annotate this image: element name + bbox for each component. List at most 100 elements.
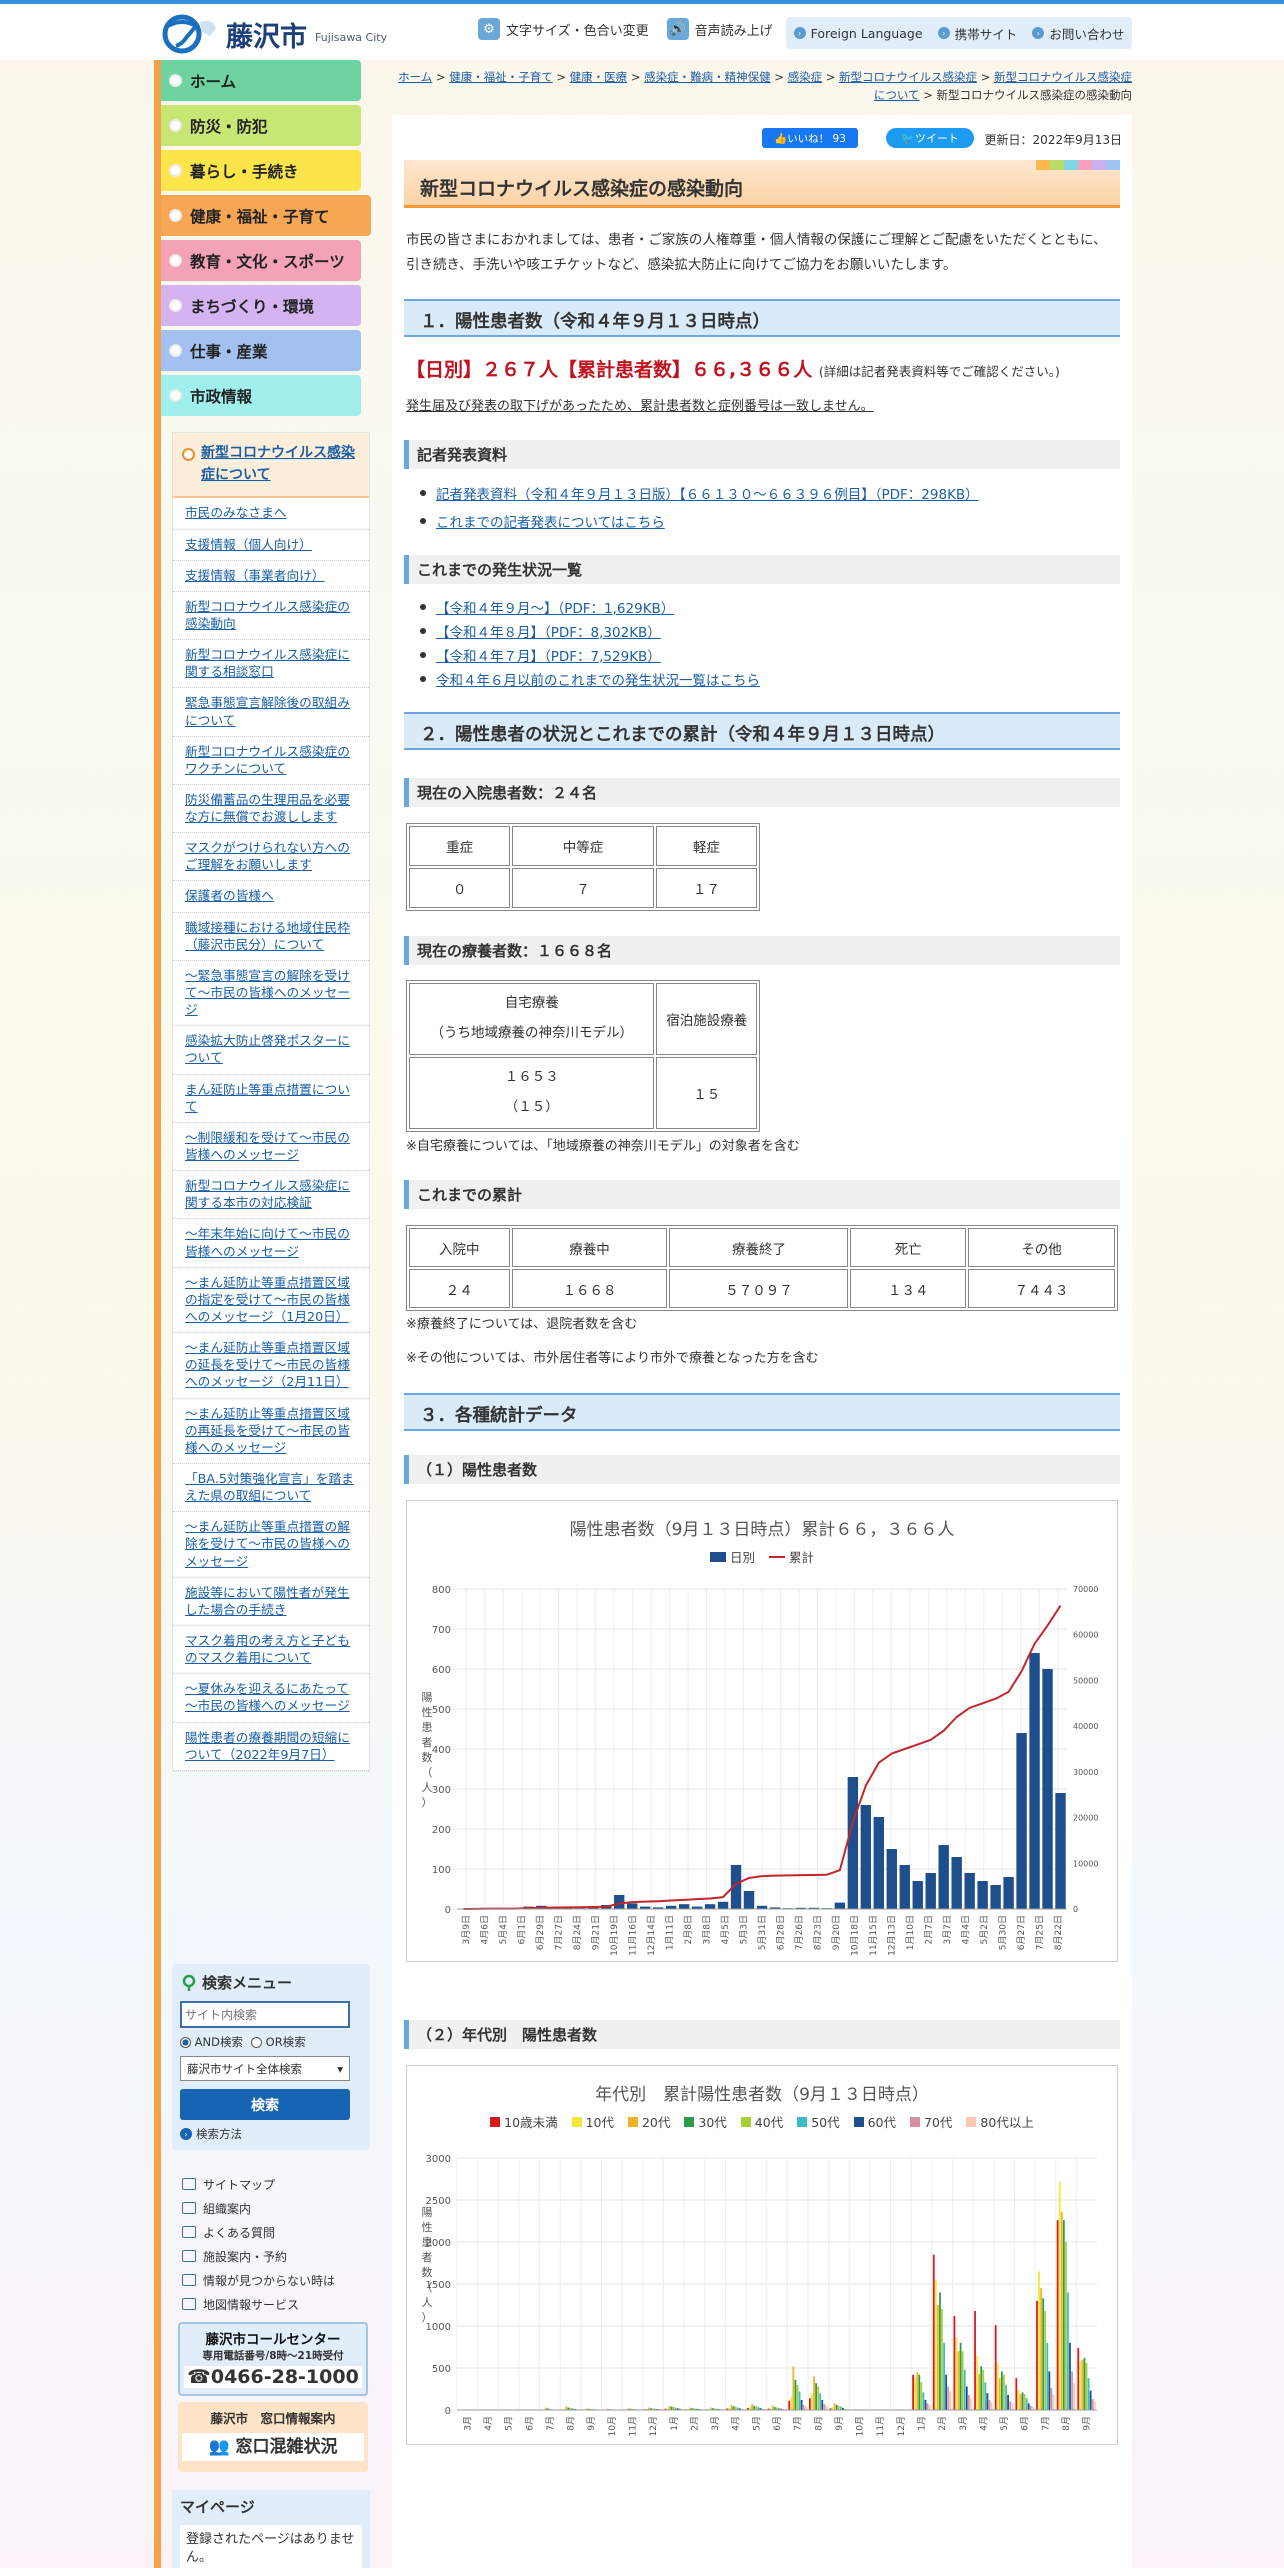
tweet-button[interactable]: 🐦 ツイート — [886, 128, 974, 148]
gnav-label: 健康・福祉・子育て — [190, 207, 330, 226]
y-axis-label-char: （ — [422, 2281, 433, 2294]
side-menu-item[interactable]: マスク着用の考え方と子どものマスク着用について — [173, 1626, 369, 1675]
breadcrumb: ホーム > 健康・福祉・子育て > 健康・医療 > 感染症・難病・精神保健 > … — [394, 68, 1132, 105]
breadcrumb-link[interactable]: 感染症 — [788, 70, 823, 84]
side-menu-item[interactable]: 保護者の皆様へ — [173, 881, 369, 913]
info-icon — [182, 2274, 196, 2286]
side-link[interactable]: 情報が見つからない時は — [182, 2268, 372, 2292]
age-bar — [804, 2406, 807, 2410]
history-link-aug[interactable]: 【令和４年８月】（PDF：8,302KB） — [420, 621, 661, 641]
side-menu-item[interactable]: ～夏休みを迎えるにあたって～市民の皆様へのメッセージ — [173, 1674, 369, 1723]
foreign-language-link[interactable]: › Foreign Language — [793, 26, 923, 41]
side-menu-item[interactable]: 陽性患者の療養期間の短縮について（2022年9月7日） — [173, 1723, 369, 1771]
breadcrumb-link[interactable]: 健康・福祉・子育て — [449, 70, 553, 84]
age-bar — [1091, 2399, 1094, 2410]
search-button[interactable]: 検索 — [180, 2089, 350, 2120]
side-menu-item-label: 支援情報（事業者向け） — [185, 567, 325, 583]
side-menu-item[interactable]: 新型コロナウイルス感染症の感染動向 — [173, 592, 369, 641]
side-menu-item[interactable]: 施設等において陽性者が発生した場合の手続き — [173, 1578, 369, 1626]
x-tick-label: 5月 — [751, 2416, 762, 2431]
gnav-item[interactable]: 暮らし・手続き — [161, 150, 361, 191]
window-crowd-button[interactable]: 👥 窓口混雑状況 — [182, 2433, 364, 2461]
site-logo[interactable]: 藤沢市 Fujisawa City — [162, 12, 387, 56]
breadcrumb-link[interactable]: 新型コロナウイルス感染症 — [839, 70, 977, 84]
side-menu-item[interactable]: 支援情報（個人向け） — [173, 530, 369, 561]
search-scope-select[interactable]: 藤沢市サイト全体検索 ▾ — [180, 2056, 350, 2081]
side-menu-title[interactable]: 新型コロナウイルス感染症について — [173, 433, 369, 499]
gnav-item[interactable]: まちづくり・環境 — [161, 285, 361, 326]
positive-count-headline: 【日別】２６７人【累計患者数】６６,３６６人 (詳細は記者発表資料等でご確認くだ… — [406, 359, 1060, 381]
y-axis-label-char: 患 — [422, 2236, 433, 2249]
side-menu-item[interactable]: 支援情報（事業者向け） — [173, 561, 369, 592]
age-bar — [932, 2254, 935, 2410]
history-link-before-jun[interactable]: 令和４年６月以前のこれまでの発生状況一覧はこちら — [420, 669, 760, 689]
hospital-table: 重症 中等症 軽症 ０ ７ １７ — [406, 823, 760, 911]
daily-bar — [627, 1903, 638, 1909]
side-link[interactable]: よくある質問 — [182, 2220, 372, 2244]
press-link-latest[interactable]: 記者発表資料（令和４年９月１３日版）【６６１３０～６６３９６例目】（PDF：29… — [420, 483, 979, 503]
breadcrumb-separator: > — [552, 70, 570, 84]
table-header-cell: 重症 — [409, 826, 511, 866]
search-help-link[interactable]: › 検索方法 — [180, 2126, 362, 2142]
side-menu-item[interactable]: 新型コロナウイルス感染症に関する相談窓口 — [173, 640, 369, 689]
side-menu-item[interactable]: まん延防止等重点措置について — [173, 1075, 369, 1123]
search-input[interactable] — [180, 2001, 350, 2028]
history-link-sep[interactable]: 【令和４年９月～】（PDF：1,629KB） — [419, 597, 674, 617]
facebook-like-button[interactable]: 👍 いいね！ 93 — [762, 128, 858, 148]
age-bar — [978, 2373, 981, 2410]
side-menu-item[interactable]: 防災備蓄品の生理用品を必要な方に無償でお渡しします — [173, 785, 369, 834]
my-page-box: マイページ 登録されたページはありません。 — [172, 2490, 370, 2568]
side-menu-item[interactable]: 職域接種における地域住民枠（藤沢市民分）について — [173, 913, 369, 961]
gnav-item[interactable]: 健康・福祉・子育て — [161, 195, 371, 236]
side-menu-item[interactable]: ～まん延防止等重点措置の解除を受けて～市民の皆様へのメッセージ — [173, 1512, 369, 1578]
or-search-radio[interactable]: OR検索 — [250, 2034, 306, 2050]
side-menu-item[interactable]: ～年末年始に向けて～市民の皆様へのメッセージ — [173, 1219, 369, 1268]
gnav-item[interactable]: 教育・文化・スポーツ — [161, 240, 361, 281]
side-menu-item[interactable]: ～制限緩和を受けて～市民の皆様へのメッセージ — [173, 1123, 369, 1172]
side-menu-item[interactable]: 「BA.5対策強化宣言」を踏まえた県の取組について — [173, 1464, 369, 1513]
y2-tick-label: 60000 — [1073, 1631, 1098, 1640]
voice-reader-link[interactable]: 🔊 音声読み上げ — [666, 18, 773, 40]
side-link[interactable]: 組織案内 — [182, 2196, 372, 2220]
x-tick-label: 1月 — [917, 2416, 928, 2431]
age-bar — [967, 2394, 970, 2410]
side-menu-item[interactable]: ～緊急事態宣言の解除を受けて～市民の皆様へのメッセージ — [173, 961, 369, 1027]
x-tick-label: 8月22日 — [1053, 1915, 1064, 1950]
age-bar — [955, 2336, 958, 2410]
cumulative-table: 入院中 療養中 療養終了 死亡 その他 ２４ １６６８ ５７０９７ １３４ ７４… — [406, 1225, 1118, 1311]
call-center-tel[interactable]: ☎0466-28-1000 — [184, 2366, 362, 2388]
side-menu-item[interactable]: ～まん延防止等重点措置区域の延長を受けて～市民の皆様へのメッセージ（2月11日） — [173, 1333, 369, 1399]
gnav-item[interactable]: 防災・防犯 — [161, 105, 361, 146]
side-menu-item[interactable]: 感染拡大防止啓発ポスターについて — [173, 1026, 369, 1075]
font-size-color-link[interactable]: ⚙ 文字サイズ・色合い変更 — [478, 18, 649, 40]
section-3-heading: ３．各種統計データ — [404, 1393, 1120, 1431]
gnav-item[interactable]: 仕事・産業 — [161, 330, 361, 371]
side-menu-item[interactable]: マスクがつけられない方へのご理解をお願いします — [173, 833, 369, 882]
side-link[interactable]: 地図情報サービス — [182, 2292, 372, 2316]
side-link[interactable]: サイトマップ — [182, 2172, 372, 2196]
gnav-item[interactable]: 市政情報 — [161, 375, 361, 416]
breadcrumb-link[interactable]: 感染症・難病・精神保健 — [644, 70, 771, 84]
title-color-decoration — [1036, 160, 1120, 170]
side-menu-item[interactable]: 緊急事態宣言解除後の取組みについて — [173, 688, 369, 737]
gnav-item[interactable]: ホーム — [161, 60, 361, 101]
side-menu-item[interactable]: ～まん延防止等重点措置区域の指定を受けて～市民の皆様へのメッセージ（1月20日） — [173, 1268, 369, 1334]
circle-bullet-icon — [182, 448, 195, 461]
contact-link[interactable]: › お問い合わせ — [1032, 24, 1124, 43]
side-link[interactable]: 施設案内・予約 — [182, 2244, 372, 2268]
mobile-site-link[interactable]: › 携帯サイト — [937, 24, 1017, 43]
side-menu-item[interactable]: 新型コロナウイルス感染症に関する本市の対応検証 — [173, 1171, 369, 1220]
age-bar — [1067, 2292, 1069, 2410]
age-bar — [788, 2400, 791, 2410]
side-menu-item[interactable]: ～まん延防止等重点措置区域の再延長を受けて～市民の皆様へのメッセージ — [173, 1399, 369, 1464]
age-bar — [670, 2406, 673, 2410]
table-cell: ５７０９７ — [669, 1269, 849, 1308]
and-search-radio[interactable]: AND検索 — [180, 2034, 243, 2050]
side-menu-item[interactable]: 市民のみなさまへ — [173, 498, 369, 530]
history-link-jul[interactable]: 【令和４年７月】（PDF：7,529KB） — [420, 645, 661, 665]
circle-bullet-icon — [169, 389, 182, 402]
breadcrumb-link[interactable]: ホーム — [398, 70, 432, 84]
press-link-archive[interactable]: これまでの記者発表についてはこちら — [420, 511, 665, 531]
breadcrumb-link[interactable]: 健康・医療 — [570, 70, 628, 84]
side-menu-item[interactable]: 新型コロナウイルス感染症のワクチンについて — [173, 737, 369, 785]
